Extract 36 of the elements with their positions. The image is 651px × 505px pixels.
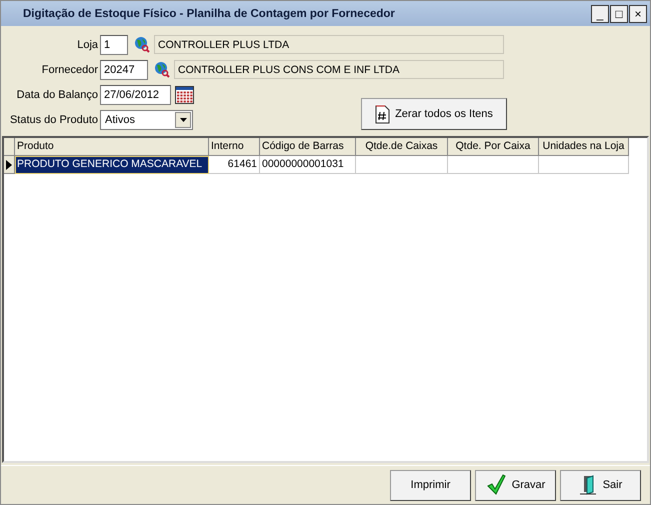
- window-control-button[interactable]: ×: [629, 4, 647, 22]
- date-field[interactable]: 27/06/2012: [100, 84, 171, 104]
- column-header[interactable]: Interno: [209, 138, 260, 156]
- store-name-field: CONTROLLER PLUS LTDA: [154, 35, 504, 54]
- column-header[interactable]: Qtde.de Caixas: [356, 138, 448, 156]
- status-dropdown[interactable]: Ativos: [100, 110, 193, 130]
- column-header[interactable]: Qtde. Por Caixa: [448, 138, 539, 156]
- reset-items-button[interactable]: Zerar todos os Itens: [361, 98, 507, 130]
- input-field[interactable]: 1: [100, 34, 128, 54]
- hash-document-icon: [375, 104, 390, 124]
- checkmark-icon: [486, 474, 506, 496]
- exit-button[interactable]: Sair: [560, 470, 641, 500]
- field-label: Loja: [76, 38, 99, 50]
- column-header[interactable]: Unidades na Loja: [539, 138, 629, 156]
- field-label: Fornecedor: [40, 64, 99, 76]
- field-label: Status do Produto: [8, 114, 99, 126]
- window-title: Digitação de Estoque Físico - Planilha de Contagem por Fornecedor: [23, 8, 396, 20]
- column-header[interactable]: Produto: [15, 138, 209, 156]
- supplier-name-field: CONTROLLER PLUS CONS COM E INF LTDA: [174, 60, 504, 79]
- field-label: Data do Balanço: [16, 88, 99, 100]
- input-field[interactable]: 20247: [100, 60, 148, 80]
- search-globe-icon: [153, 61, 170, 78]
- table-cell: 61461: [209, 156, 260, 174]
- column-header[interactable]: Código de Barras: [260, 138, 356, 156]
- window-control-button[interactable]: □: [610, 4, 628, 22]
- calendar-icon: [175, 86, 194, 104]
- search-globe-icon: [133, 36, 150, 53]
- window-control-button[interactable]: _: [591, 4, 609, 22]
- save-button[interactable]: Gravar: [475, 470, 556, 500]
- table-cell: 00000000001031: [260, 156, 356, 174]
- calendar-button[interactable]: [174, 84, 195, 105]
- table-cell: PRODUTO GENERICO MASCARAVEL: [15, 156, 209, 174]
- print-button[interactable]: Imprimir: [390, 470, 471, 500]
- door-icon: [578, 475, 597, 495]
- header-corner: [4, 138, 15, 156]
- row-indicator[interactable]: [4, 156, 15, 174]
